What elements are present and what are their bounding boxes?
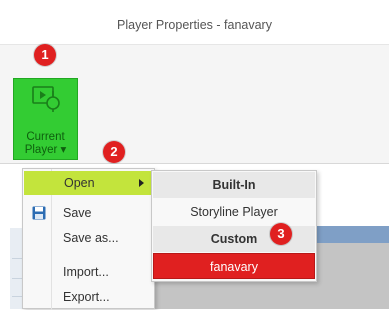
current-player-label: Current Player ▾ xyxy=(14,131,77,157)
player-dropdown-menu: Open Save Save as... Import... Export... xyxy=(22,168,155,310)
title-bar: Player Properties - fanavary xyxy=(0,0,389,45)
menu-item-import[interactable]: Import... xyxy=(24,260,153,284)
submenu-header-built-in: Built-In xyxy=(153,172,315,198)
menu-item-open[interactable]: Open xyxy=(24,171,153,195)
menu-item-save-as-label: Save as... xyxy=(63,231,119,245)
player-icon xyxy=(32,86,60,112)
callout-1: 1 xyxy=(34,44,56,66)
current-player-button[interactable]: Current Player ▾ xyxy=(13,78,78,160)
callout-2: 2 xyxy=(103,141,125,163)
callout-3: 3 xyxy=(270,223,292,245)
menu-item-export[interactable]: Export... xyxy=(24,285,153,309)
submenu-arrow-icon xyxy=(139,179,144,187)
current-player-label-line1: Current xyxy=(26,131,65,143)
current-player-label-line2: Player ▾ xyxy=(24,144,67,156)
save-icon xyxy=(32,206,46,220)
open-submenu: Built-In Storyline Player Custom fanavar… xyxy=(151,170,317,282)
menu-item-open-label: Open xyxy=(64,176,95,190)
menu-item-save-label: Save xyxy=(63,206,92,220)
window-title: Player Properties - fanavary xyxy=(117,18,272,32)
submenu-item-storyline-player[interactable]: Storyline Player xyxy=(153,199,315,225)
menu-item-save-as[interactable]: Save as... xyxy=(24,226,153,250)
menu-item-export-label: Export... xyxy=(63,290,110,304)
menu-item-save[interactable]: Save xyxy=(24,201,153,225)
submenu-item-fanavary[interactable]: fanavary xyxy=(153,253,315,279)
menu-item-import-label: Import... xyxy=(63,265,109,279)
